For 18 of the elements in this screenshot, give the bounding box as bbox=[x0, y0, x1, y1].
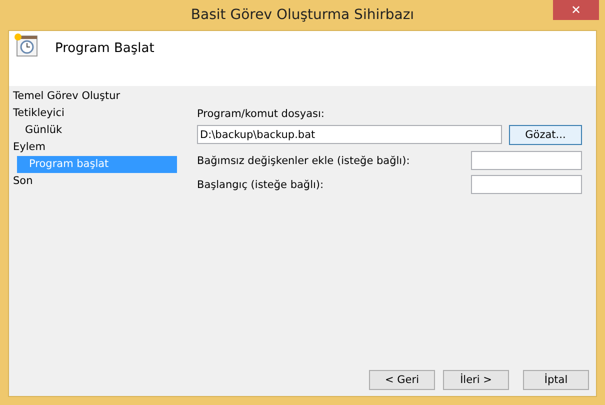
arguments-field[interactable] bbox=[471, 151, 582, 170]
close-button[interactable]: ✕ bbox=[553, 0, 599, 20]
nav-item[interactable]: Temel Görev Oluştur bbox=[9, 88, 177, 105]
start-in-field[interactable] bbox=[471, 175, 582, 194]
nav-item[interactable]: Tetikleyici bbox=[9, 105, 177, 122]
nav-item[interactable]: Günlük bbox=[9, 122, 177, 139]
field-label: Program/komut dosyası: bbox=[197, 108, 326, 120]
field-label: Başlangıç (isteğe bağlı): bbox=[197, 178, 324, 190]
nav-item[interactable]: Eylem bbox=[9, 139, 177, 156]
window-title: Basit Görev Oluşturma Sihirbazı bbox=[190, 7, 414, 23]
wizard-button[interactable]: < Geri bbox=[369, 370, 435, 390]
page-title: Program Başlat bbox=[55, 41, 154, 56]
program-field[interactable]: D:\backup\backup.bat bbox=[197, 125, 502, 144]
wizard-button[interactable]: İptal bbox=[523, 370, 589, 390]
wizard-button[interactable]: İleri > bbox=[443, 370, 509, 390]
browse-button[interactable]: Gözat... bbox=[509, 125, 582, 145]
field-label: Bağımsız değişkenler ekle (isteğe bağlı): bbox=[197, 154, 410, 166]
nav-item[interactable]: Son bbox=[9, 173, 177, 190]
